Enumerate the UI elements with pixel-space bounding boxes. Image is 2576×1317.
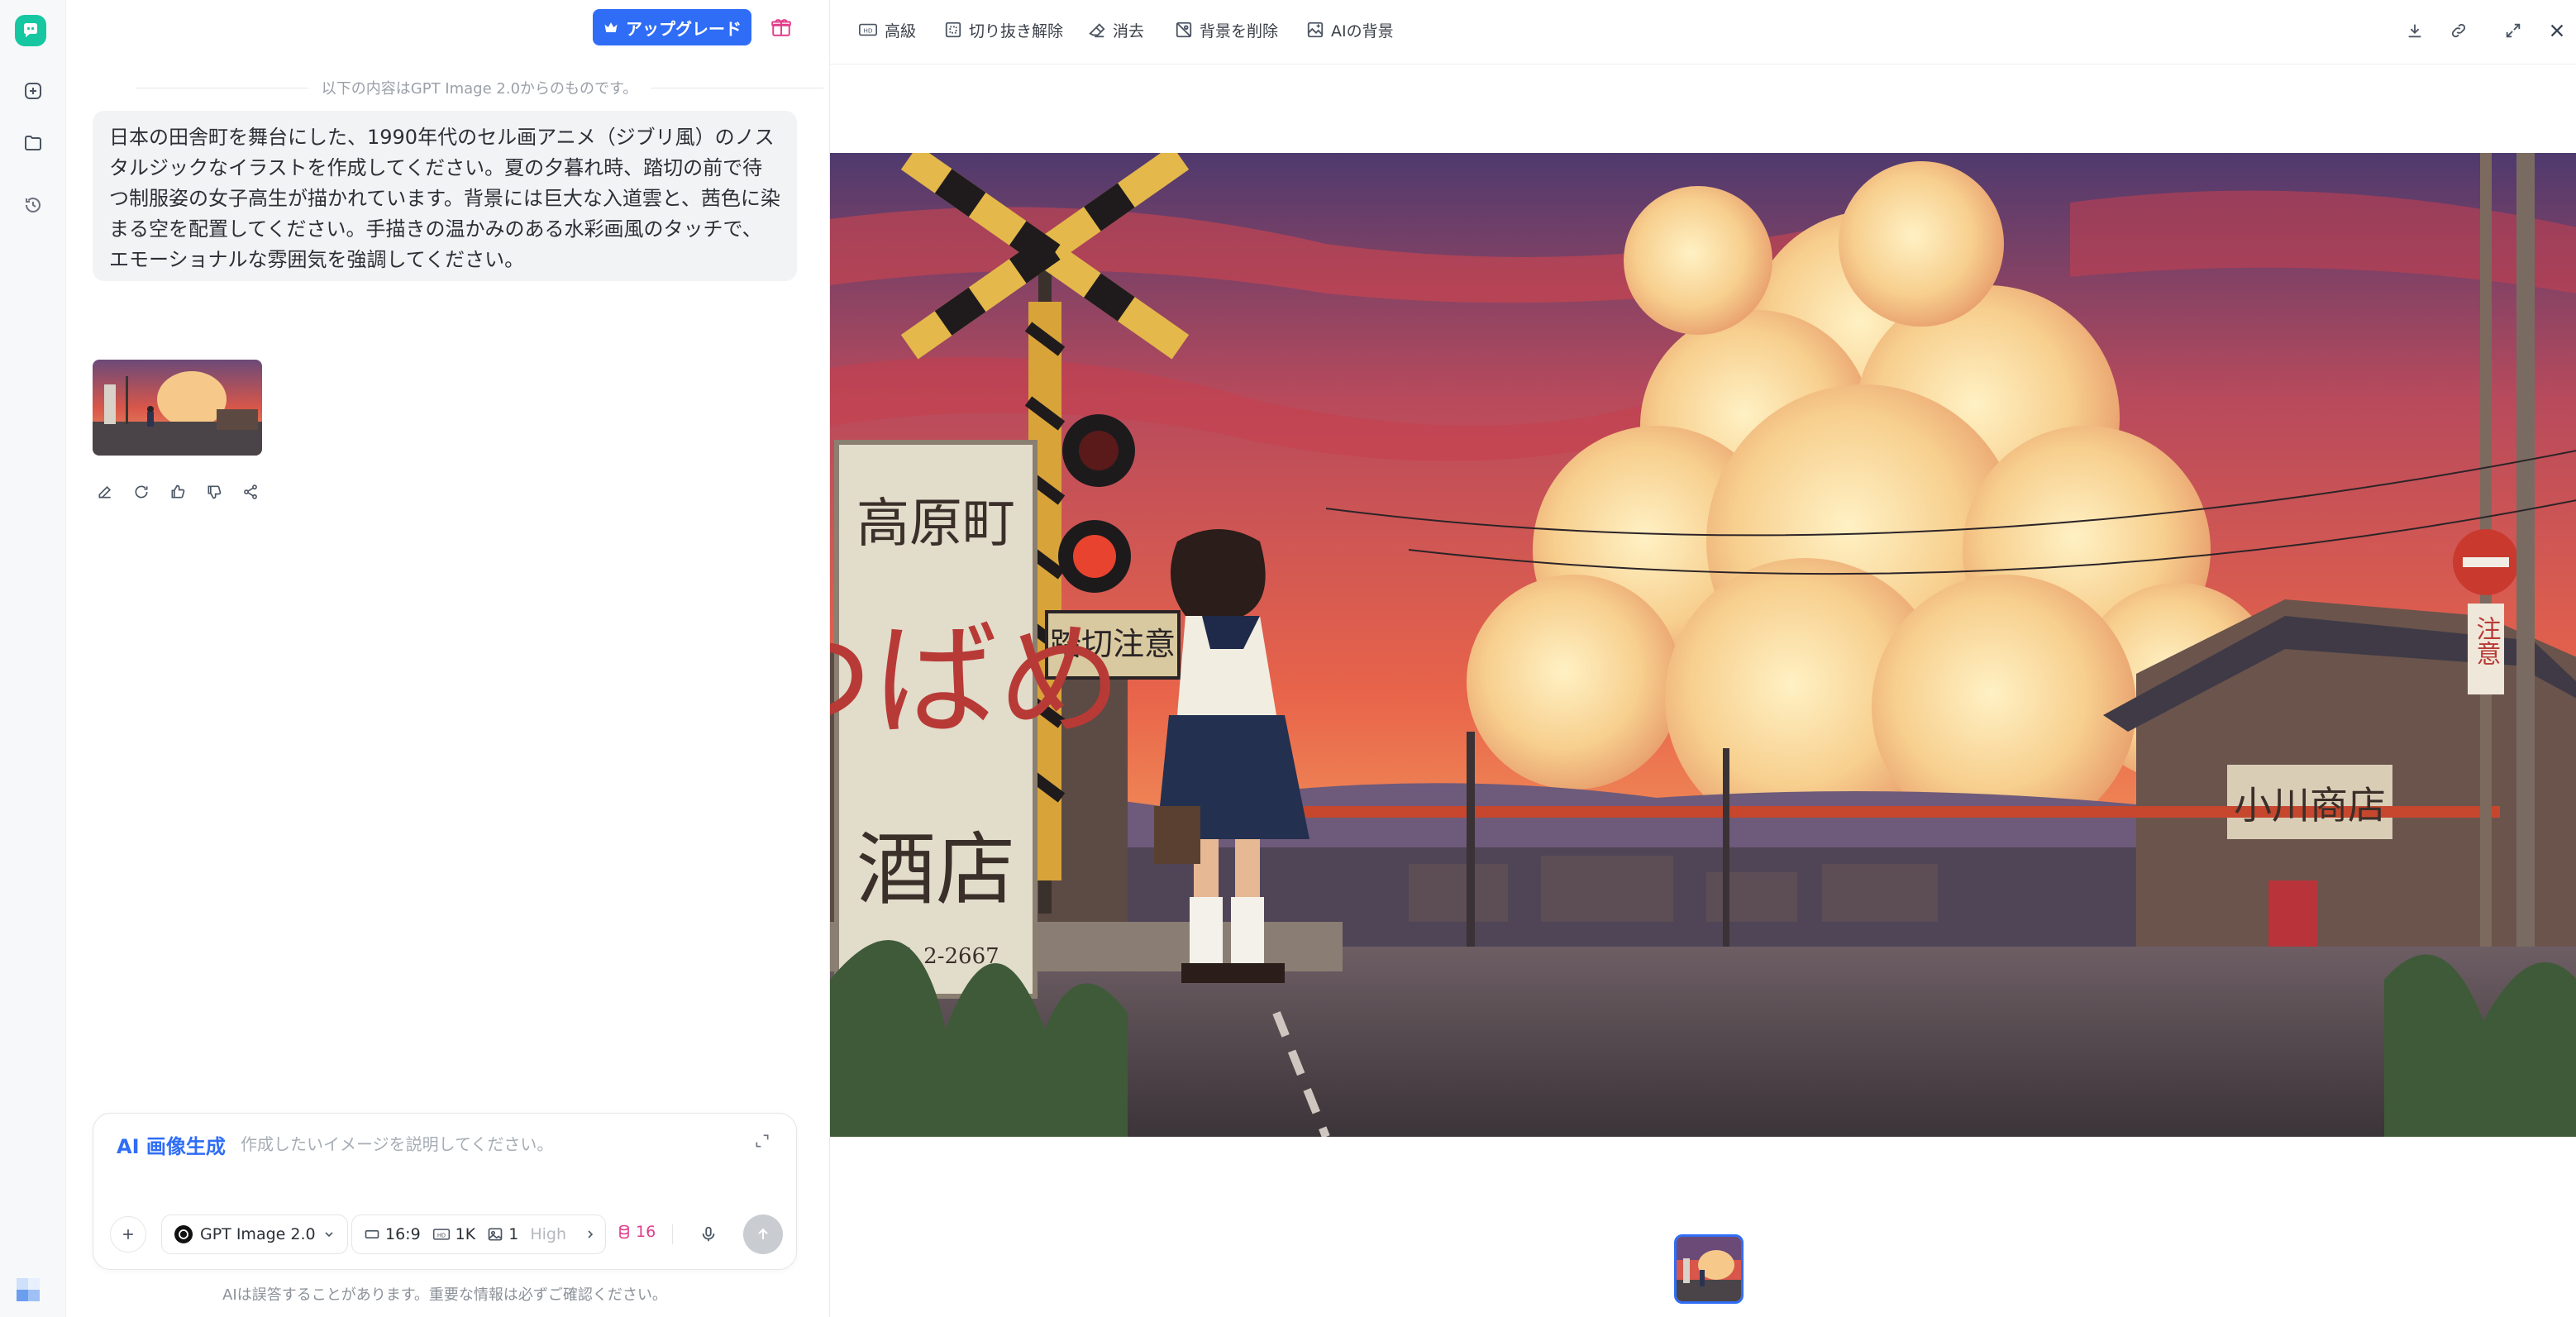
filmstrip-thumbnail[interactable] bbox=[1674, 1234, 1744, 1304]
remove-bg-icon bbox=[1176, 21, 1192, 38]
tool-uncrop[interactable]: 切り抜き解除 bbox=[944, 17, 1063, 43]
source-note-text: 以下の内容はGPT Image 2.0からのものです。 bbox=[321, 80, 638, 98]
tool-upscale-label: 高級 bbox=[885, 21, 917, 41]
user-prompt-bubble: 日本の田舎町を舞台にした、1990年代のセル画アニメ（ジブリ風）のノスタルジック… bbox=[93, 111, 797, 281]
aspect-ratio-icon bbox=[365, 1230, 379, 1238]
store-sign-text: 小川商店 bbox=[2234, 783, 2386, 828]
image-icon bbox=[488, 1228, 503, 1241]
user-avatar[interactable] bbox=[12, 1273, 43, 1305]
coin-stack-icon bbox=[619, 1224, 629, 1239]
resolution-option[interactable]: HD 1K bbox=[432, 1225, 476, 1243]
tool-uncrop-label: 切り抜き解除 bbox=[969, 21, 1064, 41]
chat-panel: アップグレード 以下の内容はGPT Image 2.0からのものです。 日本の田… bbox=[66, 0, 829, 1317]
sign-station-text: 高原町 bbox=[856, 494, 1015, 555]
logo-icon[interactable] bbox=[15, 15, 46, 46]
tool-remove-background[interactable]: 背景を削除 bbox=[1175, 17, 1278, 43]
link-icon[interactable] bbox=[2445, 17, 2473, 45]
generated-image[interactable]: 踏切注意 高原町 つばめ 酒店 TEL 2-2667 小川商店 注意 bbox=[830, 153, 2576, 1137]
generated-image-thumbnail[interactable] bbox=[93, 360, 262, 456]
regenerate-icon[interactable] bbox=[129, 480, 154, 504]
attach-button[interactable] bbox=[110, 1216, 146, 1253]
tool-ai-background-label: AIの背景 bbox=[1331, 21, 1394, 41]
arrow-up-icon bbox=[758, 1228, 768, 1239]
chevron-right-icon[interactable] bbox=[584, 1228, 597, 1241]
crown-icon bbox=[604, 22, 618, 32]
new-chat-icon[interactable] bbox=[17, 74, 50, 107]
thumbs-up-icon[interactable] bbox=[165, 480, 190, 504]
openai-icon bbox=[174, 1225, 193, 1243]
quality-option[interactable]: High bbox=[530, 1225, 566, 1243]
eraser-icon bbox=[1089, 23, 1105, 38]
uncrop-icon bbox=[945, 21, 961, 38]
model-selector[interactable]: GPT Image 2.0 bbox=[161, 1214, 348, 1254]
plus-icon bbox=[123, 1229, 133, 1239]
source-note: 以下の内容はGPT Image 2.0からのものです。 bbox=[136, 78, 824, 98]
preview-toolbar: HD 高級 切り抜き解除 消去 背景を削除 AIの背景 bbox=[830, 0, 2576, 64]
prompt-composer: AI 画像生成 GPT Image 2.0 16:9 HD 1K bbox=[93, 1113, 797, 1270]
tool-remove-background-label: 背景を削除 bbox=[1200, 21, 1279, 41]
aspect-ratio-option[interactable]: 16:9 bbox=[364, 1225, 421, 1243]
chevron-down-icon bbox=[325, 1232, 333, 1238]
fullscreen-icon[interactable] bbox=[2499, 17, 2527, 45]
svg-text:HD: HD bbox=[863, 27, 873, 35]
hd-icon: HD bbox=[859, 23, 877, 36]
send-button[interactable] bbox=[743, 1214, 783, 1254]
generation-params[interactable]: 16:9 HD 1K 1 High bbox=[351, 1214, 606, 1254]
svg-text:HD: HD bbox=[437, 1232, 446, 1238]
credits-value: 16 bbox=[636, 1223, 656, 1241]
road-sign-text: 注意 bbox=[2472, 616, 2501, 666]
sign-name-text: つばめ bbox=[830, 609, 1122, 753]
aspect-ratio-value: 16:9 bbox=[385, 1225, 421, 1243]
sidebar-rail bbox=[0, 0, 66, 1317]
history-icon[interactable] bbox=[17, 188, 50, 222]
composer-divider bbox=[672, 1224, 673, 1244]
upgrade-label: アップグレード bbox=[626, 18, 742, 39]
thumbs-down-icon[interactable] bbox=[202, 480, 227, 504]
message-actions bbox=[93, 480, 263, 504]
tool-ai-background[interactable]: AIの背景 bbox=[1306, 17, 1394, 43]
expand-icon[interactable] bbox=[750, 1129, 775, 1153]
microphone-icon[interactable] bbox=[694, 1219, 723, 1249]
app-window: アップグレード 以下の内容はGPT Image 2.0からのものです。 日本の田… bbox=[0, 0, 2576, 1317]
tool-erase[interactable]: 消去 bbox=[1088, 17, 1144, 43]
upgrade-button[interactable]: アップグレード bbox=[593, 9, 751, 45]
image-preview-panel: HD 高級 切り抜き解除 消去 背景を削除 AIの背景 踏切注意 高原町 ばめ … bbox=[829, 0, 2576, 1317]
tool-upscale[interactable]: HD 高級 bbox=[858, 17, 916, 43]
quality-value: High bbox=[530, 1225, 566, 1243]
share-icon[interactable] bbox=[238, 480, 263, 504]
hd-icon: HD bbox=[432, 1229, 450, 1240]
folder-icon[interactable] bbox=[17, 126, 50, 160]
prompt-input[interactable] bbox=[241, 1132, 704, 1157]
ai-background-icon bbox=[1307, 21, 1324, 38]
gift-icon[interactable] bbox=[766, 12, 797, 43]
image-count-option[interactable]: 1 bbox=[487, 1225, 518, 1243]
close-icon[interactable] bbox=[2543, 17, 2571, 45]
mode-label[interactable]: AI 画像生成 bbox=[117, 1130, 226, 1159]
model-name: GPT Image 2.0 bbox=[200, 1225, 316, 1243]
tool-erase-label: 消去 bbox=[1113, 21, 1145, 41]
edit-icon[interactable] bbox=[93, 480, 117, 504]
credits-badge: 16 bbox=[618, 1223, 656, 1241]
disclaimer-text: AIは誤答することがあります。重要な情報は必ずご確認ください。 bbox=[222, 1286, 667, 1304]
image-count-value: 1 bbox=[508, 1225, 519, 1243]
download-icon[interactable] bbox=[2401, 17, 2429, 45]
sign-shop-text: 酒店 bbox=[856, 823, 1015, 916]
resolution-value: 1K bbox=[455, 1225, 476, 1243]
